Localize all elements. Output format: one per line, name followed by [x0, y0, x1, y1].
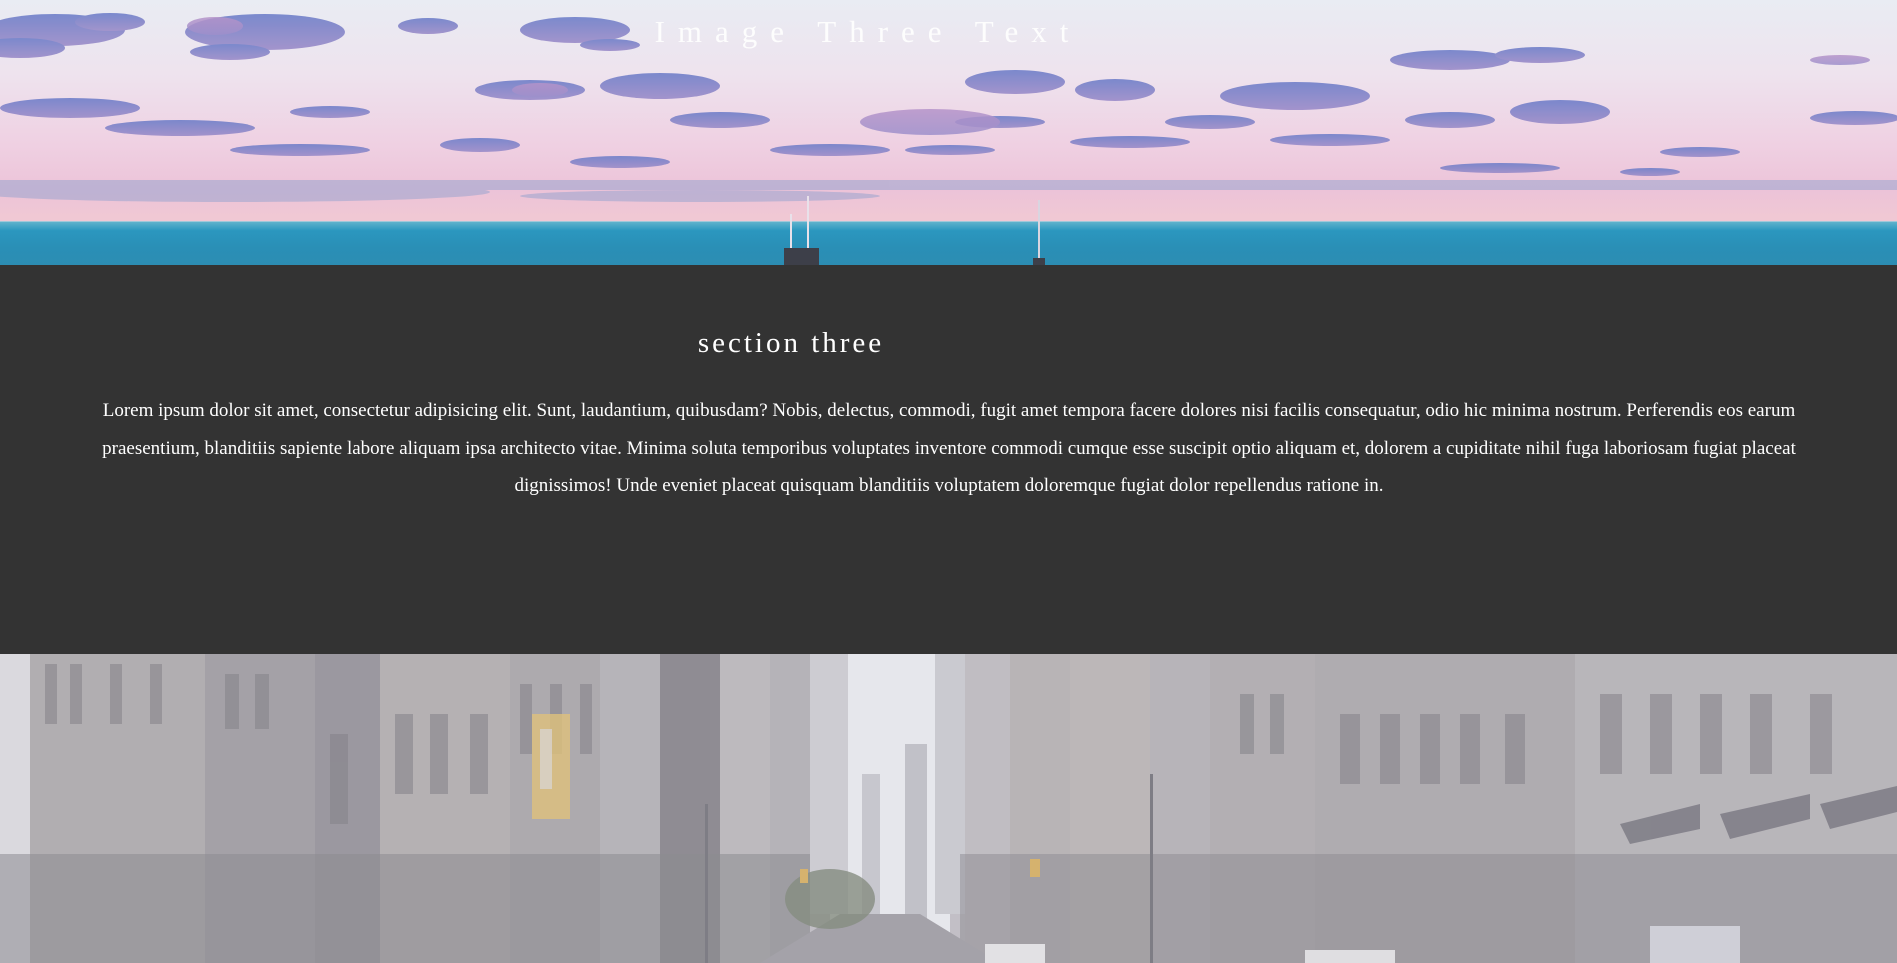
- antenna: [807, 196, 809, 248]
- section-title: section three: [697, 327, 885, 359]
- page: Image Three Text section three Lorem ips…: [0, 0, 1897, 963]
- antenna: [790, 214, 792, 248]
- hero-title: Image Three Text: [654, 14, 1082, 49]
- city-street-image: [0, 654, 1897, 963]
- hero-image-sky: Image Three Text: [0, 0, 1897, 265]
- tower-top: [784, 248, 819, 265]
- section-three: section three Lorem ipsum dolor sit amet…: [0, 265, 1897, 654]
- antenna: [1038, 200, 1040, 265]
- image-overlay: [0, 654, 1897, 963]
- ocean: [0, 222, 1897, 265]
- tower-top: [1033, 258, 1045, 265]
- section-body-text: Lorem ipsum dolor sit amet, consectetur …: [102, 400, 1796, 496]
